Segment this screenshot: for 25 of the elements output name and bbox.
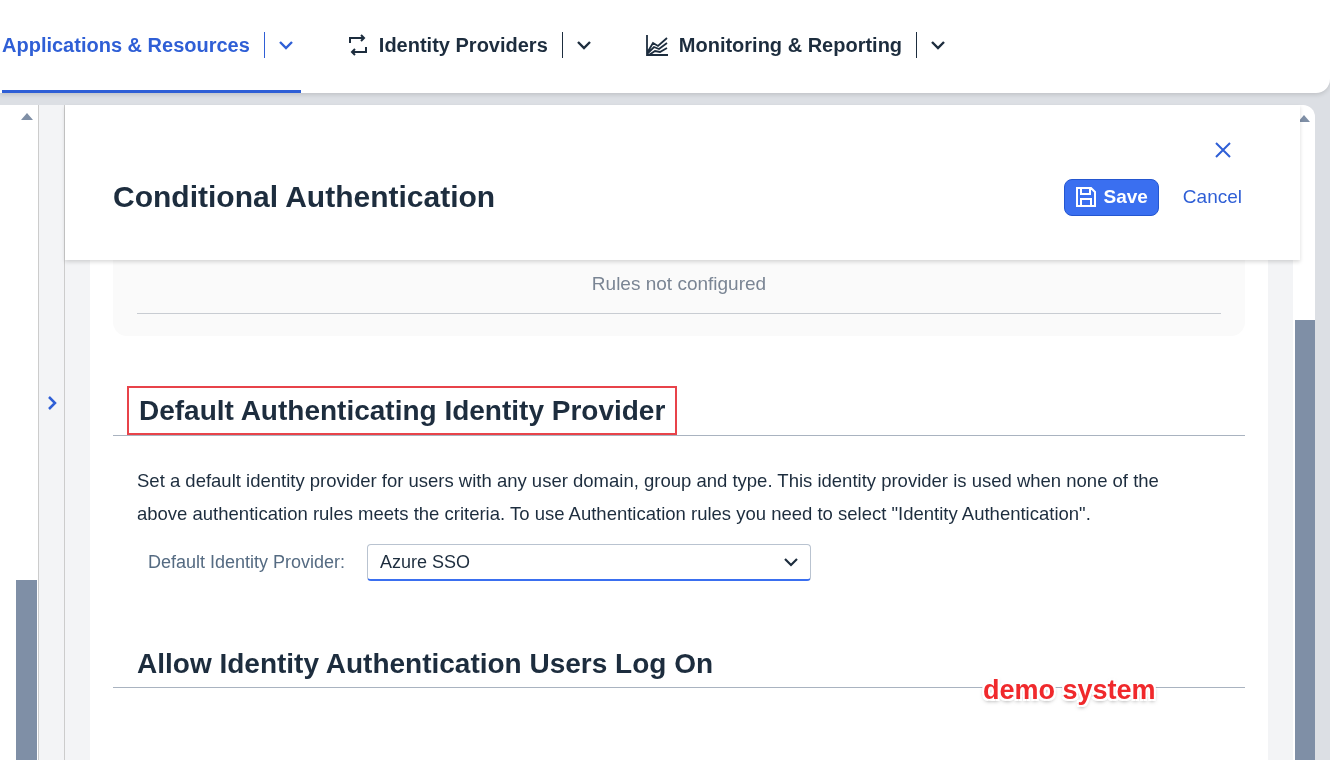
scrollbar-thumb[interactable] <box>16 580 37 760</box>
section-description: Set a default identity provider for users with any user domain, group and type. This identity provider is used when none of the above authentication rules meets the criteria. To use Authentication rules you need to select "Identity Authentication". <box>137 469 1160 527</box>
nav-tab[interactable]: Identity Providers <box>346 0 599 93</box>
scroll-up-icon[interactable] <box>21 113 33 120</box>
field-label: Default Identity Provider: <box>146 551 346 575</box>
swap-arrows-icon <box>346 34 369 56</box>
section-heading: Default Authenticating Identity Provider <box>138 393 667 428</box>
section-heading: Allow Identity Authentication Users Log On <box>136 647 715 682</box>
annotation-text: demo system <box>983 674 1156 707</box>
nav-tab[interactable]: Monitoring & Reporting <box>644 0 954 93</box>
cancel-button[interactable]: Cancel <box>1182 180 1242 215</box>
scroll-up-icon[interactable] <box>1298 115 1310 122</box>
chevron-down-icon <box>576 40 591 50</box>
empty-message: Rules not configured <box>137 270 1221 314</box>
chevron-down-icon <box>931 40 946 50</box>
save-button[interactable]: Save <box>1064 179 1159 216</box>
dialog-title: Conditional Authentication <box>113 179 496 216</box>
nav-tab[interactable]: Applications & Resources <box>2 0 301 93</box>
chevron-down-icon <box>784 557 798 567</box>
scrollbar-thumb[interactable] <box>1295 320 1315 760</box>
identity-provider-dropdown[interactable]: Azure SSO <box>367 544 811 582</box>
chevron-right-icon[interactable] <box>46 395 57 411</box>
chevron-down-icon <box>278 40 293 50</box>
close-icon[interactable] <box>1214 141 1232 159</box>
area-chart-icon <box>644 34 669 56</box>
